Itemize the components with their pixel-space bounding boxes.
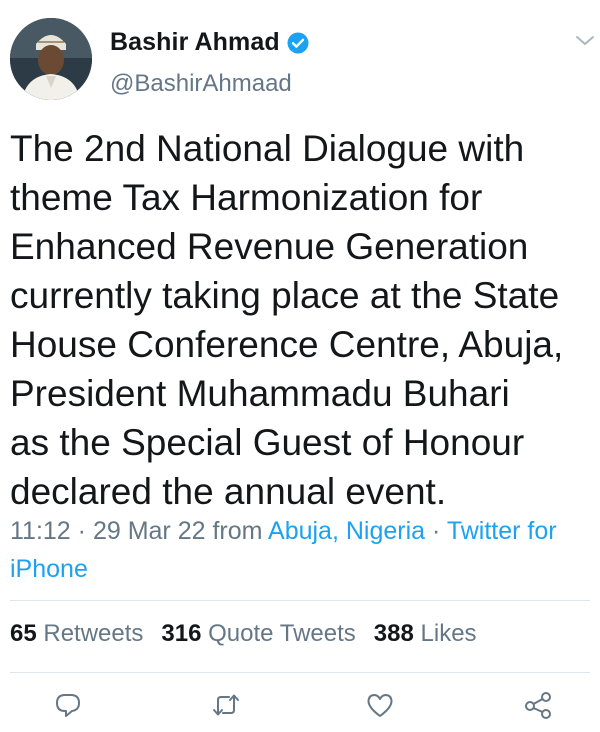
tweet-text-line: as the Special Guest of Honour xyxy=(10,422,525,463)
likes-label: Likes xyxy=(420,620,477,647)
meta-from: from xyxy=(205,517,269,545)
quote-tweets-count: 316 xyxy=(161,620,202,647)
meta-separator: · xyxy=(425,517,447,545)
retweets-stat[interactable]: 65 Retweets xyxy=(10,620,143,647)
author-name-row[interactable]: Bashir Ahmad xyxy=(110,28,310,57)
tweet-header: Bashir Ahmad @BashirAhmaad xyxy=(0,0,600,110)
tweet-date[interactable]: 29 Mar 22 xyxy=(93,517,206,545)
tweet-stats: 65 Retweets 316 Quote Tweets 388 Likes xyxy=(10,620,477,648)
tweet-text-line: President Muhammadu Buhari xyxy=(10,373,510,414)
divider xyxy=(10,600,590,601)
like-icon[interactable] xyxy=(364,690,396,720)
meta-separator: · xyxy=(70,517,93,545)
tweet-time[interactable]: 11:12 xyxy=(10,517,71,545)
likes-stat[interactable]: 388 Likes xyxy=(374,620,477,647)
share-icon[interactable] xyxy=(522,690,554,720)
tweet-text: The 2nd National Dialogue with theme Tax… xyxy=(10,124,595,516)
retweets-count: 65 xyxy=(10,620,37,647)
chevron-down-icon[interactable] xyxy=(572,30,598,50)
tweet-text-line: The 2nd National Dialogue with xyxy=(10,128,525,169)
quote-tweets-stat[interactable]: 316 Quote Tweets xyxy=(161,620,355,647)
tweet-actions-bar xyxy=(0,684,600,724)
divider xyxy=(10,672,590,673)
display-name[interactable]: Bashir Ahmad xyxy=(110,28,280,57)
tweet-meta: 11:12 · 29 Mar 22 from Abuja, Nigeria · … xyxy=(10,512,595,588)
tweet-text-line: House Conference Centre, Abuja, xyxy=(10,324,564,365)
tweet-location-link[interactable]: Abuja, Nigeria xyxy=(268,517,425,545)
tweet-text-line: currently taking place at the State xyxy=(10,275,560,316)
avatar[interactable] xyxy=(10,18,92,100)
retweet-icon[interactable] xyxy=(210,690,242,720)
author-handle[interactable]: @BashirAhmaad xyxy=(110,70,292,98)
verified-badge-icon xyxy=(286,31,310,55)
reply-icon[interactable] xyxy=(52,690,84,720)
tweet-text-line: Enhanced Revenue Generation xyxy=(10,226,529,267)
quote-tweets-label: Quote Tweets xyxy=(208,620,356,647)
retweets-label: Retweets xyxy=(43,620,144,647)
tweet-text-line: declared the annual event. xyxy=(10,471,447,512)
tweet-text-line: theme Tax Harmonization for xyxy=(10,177,483,218)
likes-count: 388 xyxy=(373,620,414,647)
